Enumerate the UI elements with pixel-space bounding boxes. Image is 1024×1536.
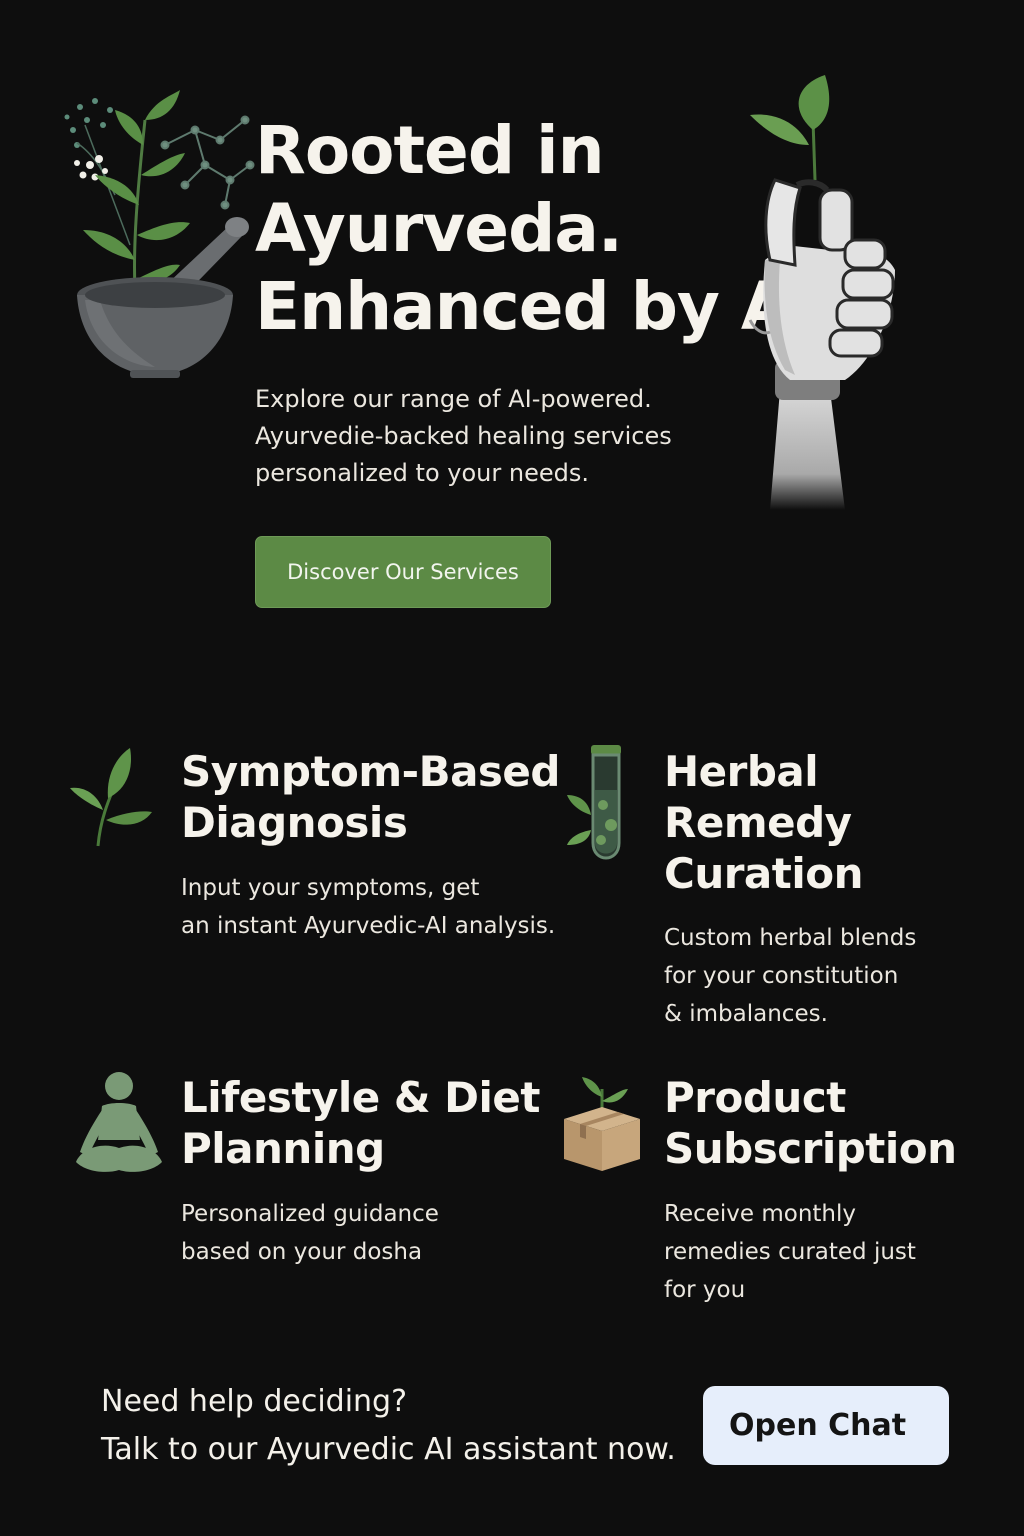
service-desc-line: Input your symptoms, get: [181, 875, 480, 901]
hero-title: Rooted in Ayurveda. Enhanced by AI: [255, 112, 816, 346]
service-title-line: Curation: [664, 849, 864, 898]
help-prompt-line: Talk to our Ayurvedic AI assistant now.: [101, 1432, 676, 1467]
service-desc-line: remedies curated just: [664, 1239, 916, 1265]
meditation-figure-icon: [72, 1070, 166, 1182]
robot-hand-leaf-illustration: [735, 70, 925, 510]
hero-subtitle-line: Explore our range of AI-powered.: [255, 385, 652, 413]
service-desc-herbal-remedy: Custom herbal blends for your constituti…: [664, 919, 916, 1033]
service-desc-line: Personalized guidance: [181, 1201, 439, 1227]
service-title-lifestyle-diet: Lifestyle & Diet Planning: [181, 1072, 540, 1174]
service-title-line: Remedy: [664, 798, 852, 847]
service-title-line: Subscription: [664, 1124, 957, 1173]
help-prompt-line: Need help deciding?: [101, 1384, 408, 1419]
hero-subtitle: Explore our range of AI-powered. Ayurved…: [255, 381, 725, 492]
mortar-pestle-herbs-illustration: [55, 85, 260, 385]
service-title-line: Product: [664, 1073, 846, 1122]
service-title-product-subscription: Product Subscription: [664, 1072, 957, 1174]
service-title-herbal-remedy: Herbal Remedy Curation: [664, 746, 864, 899]
hero-subtitle-line: personalized to your needs.: [255, 459, 589, 487]
hero-title-line: Rooted in: [255, 112, 605, 189]
hero-title-line: Ayurveda.: [255, 190, 623, 267]
service-desc-line: an instant Ayurvedic-AI analysis.: [181, 913, 556, 939]
leaf-icon: [68, 748, 154, 852]
service-desc-line: Custom herbal blends: [664, 925, 917, 951]
service-title-line: Lifestyle & Diet: [181, 1073, 540, 1122]
service-desc-line: Receive monthly: [664, 1201, 857, 1227]
service-desc-line: for you: [664, 1277, 746, 1303]
service-title-line: Planning: [181, 1124, 385, 1173]
service-title-line: Symptom-Based: [181, 747, 561, 796]
discover-services-button[interactable]: Discover Our Services: [255, 536, 551, 608]
help-prompt: Need help deciding? Talk to our Ayurvedi…: [101, 1378, 701, 1474]
open-chat-button[interactable]: Open Chat: [703, 1386, 949, 1465]
sprout-box-icon: [560, 1075, 644, 1177]
service-title-symptom-diagnosis: Symptom-Based Diagnosis: [181, 746, 561, 848]
hero-title-line: Enhanced by AI: [255, 268, 816, 345]
service-desc-line: & imbalances.: [664, 1001, 828, 1027]
service-title-line: Diagnosis: [181, 798, 408, 847]
service-desc-lifestyle-diet: Personalized guidance based on your dosh…: [181, 1195, 439, 1271]
service-title-line: Herbal: [664, 747, 819, 796]
service-desc-line: based on your dosha: [181, 1239, 423, 1265]
service-desc-product-subscription: Receive monthly remedies curated just fo…: [664, 1195, 916, 1309]
herb-test-tube-icon: [563, 745, 635, 871]
service-desc-symptom-diagnosis: Input your symptoms, get an instant Ayur…: [181, 869, 555, 945]
service-desc-line: for your constitution: [664, 963, 899, 989]
hero-subtitle-line: Ayurvedie-backed healing services: [255, 422, 672, 450]
